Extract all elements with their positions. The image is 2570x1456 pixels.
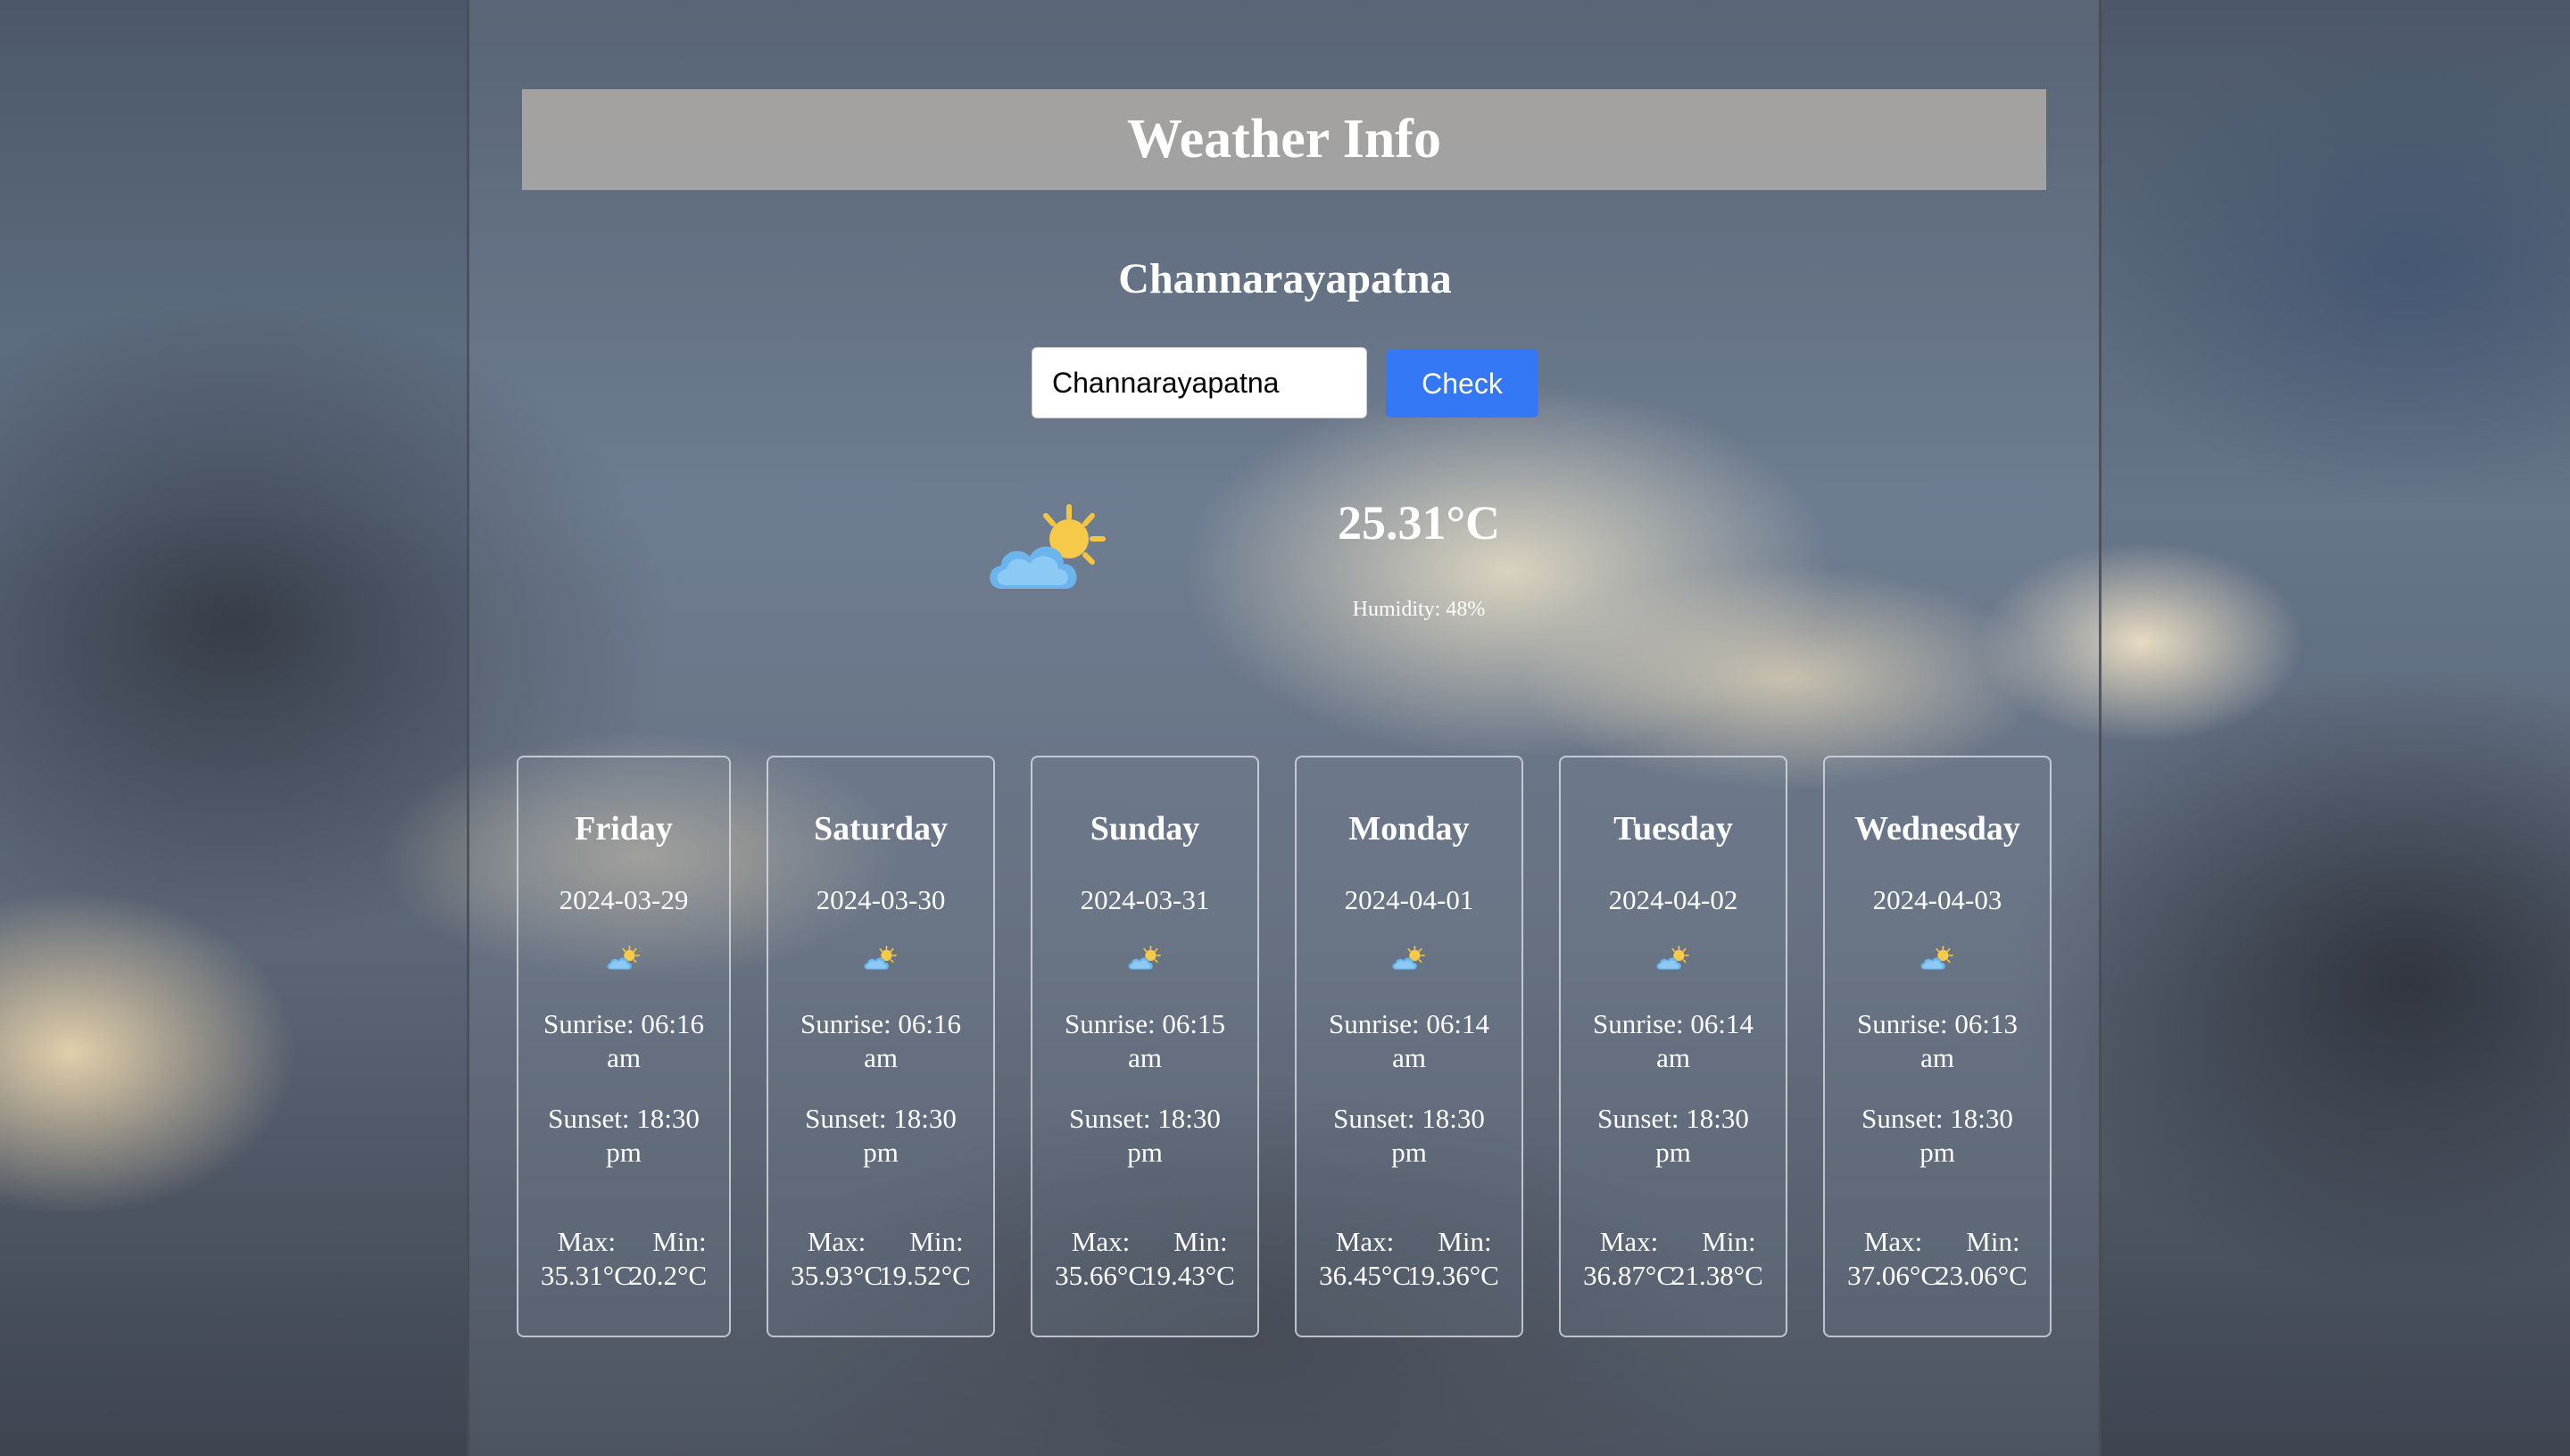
max-temp: 35.31°C: [540, 1260, 633, 1291]
max-label: Max:: [1599, 1226, 1659, 1257]
forecast-sunset: Sunset: 18:30 pm: [1861, 1103, 2013, 1168]
current-humidity: Humidity: 48%: [1352, 598, 1486, 621]
max-temp: 35.93°C: [791, 1260, 883, 1291]
forecast-sunset: Sunset: 18:30 pm: [1597, 1103, 1749, 1168]
forecast-day: Saturday: [814, 810, 948, 848]
check-button[interactable]: Check: [1386, 350, 1538, 418]
city-name: Channarayapatna: [1118, 255, 1452, 302]
forecast-date: 2024-03-31: [1080, 884, 1210, 915]
forecast-date: 2024-04-03: [1872, 884, 2002, 915]
max-label: Max:: [557, 1226, 617, 1257]
partly-cloudy-icon: [1126, 943, 1164, 973]
forecast-card-saturday: Saturday 2024-03-30 Sunrise: 06:16 am Su…: [767, 756, 995, 1337]
forecast-sunset: Sunset: 18:30 pm: [1069, 1103, 1221, 1168]
max-label: Max:: [1071, 1226, 1131, 1257]
forecast-day: Monday: [1348, 810, 1470, 848]
forecast-day: Friday: [575, 810, 673, 848]
forecast-temps: Max: 37.06°C Min: 23.06°C: [1841, 1225, 2034, 1293]
forecast-temps: Max: 35.66°C Min: 19.43°C: [1049, 1225, 1241, 1293]
max-label: Max:: [1335, 1226, 1395, 1257]
forecast-temps: Max: 35.93°C Min: 19.52°C: [784, 1225, 977, 1293]
forecast-sunrise: Sunrise: 06:16 am: [543, 1008, 704, 1073]
max-label: Max:: [807, 1226, 866, 1257]
forecast-day: Wednesday: [1854, 810, 2020, 848]
partly-cloudy-icon: [982, 500, 1115, 598]
app-title: Weather Info: [1127, 109, 1441, 170]
max-temp: 36.87°C: [1583, 1260, 1675, 1291]
min-temp: 19.52°C: [879, 1260, 971, 1291]
forecast-temps: Max: 35.31°C Min: 20.2°C: [535, 1225, 713, 1293]
min-temp: 19.36°C: [1407, 1260, 1499, 1291]
forecast-sunrise: Sunrise: 06:16 am: [800, 1008, 961, 1073]
forecast-sunset: Sunset: 18:30 pm: [548, 1103, 700, 1168]
forecast-card-sunday: Sunday 2024-03-31 Sunrise: 06:15 am Suns…: [1031, 756, 1259, 1337]
current-temperature: 25.31°C: [1337, 496, 1501, 550]
min-label: Min:: [1438, 1226, 1492, 1257]
max-temp: 36.45°C: [1319, 1260, 1411, 1291]
max-temp: 37.06°C: [1847, 1260, 1939, 1291]
forecast-card-friday: Friday 2024-03-29 Sunrise: 06:16 am Suns…: [517, 756, 731, 1337]
forecast-card-tuesday: Tuesday 2024-04-02 Sunrise: 06:14 am Sun…: [1559, 756, 1787, 1337]
min-temp: 21.38°C: [1671, 1260, 1763, 1291]
min-label: Min:: [652, 1226, 707, 1257]
forecast-sunset: Sunset: 18:30 pm: [1333, 1103, 1485, 1168]
partly-cloudy-icon: [1654, 943, 1692, 973]
partly-cloudy-icon: [605, 943, 642, 973]
partly-cloudy-icon: [1919, 943, 1956, 973]
app-header: Weather Info: [522, 89, 2046, 190]
min-temp: 23.06°C: [1936, 1260, 2027, 1291]
forecast-day: Tuesday: [1613, 810, 1733, 848]
forecast-date: 2024-04-02: [1608, 884, 1738, 915]
min-temp: 20.2°C: [628, 1260, 708, 1291]
partly-cloudy-icon: [1390, 943, 1428, 973]
forecast-sunrise: Sunrise: 06:14 am: [1593, 1008, 1753, 1073]
forecast-date: 2024-03-30: [816, 884, 946, 915]
min-label: Min:: [1173, 1226, 1228, 1257]
forecast-date: 2024-04-01: [1344, 884, 1474, 915]
max-label: Max:: [1863, 1226, 1923, 1257]
forecast-temps: Max: 36.45°C Min: 19.36°C: [1313, 1225, 1505, 1293]
forecast-day: Sunday: [1090, 810, 1200, 848]
forecast-card-wednesday: Wednesday 2024-04-03 Sunrise: 06:13 am S…: [1823, 756, 2052, 1337]
min-label: Min:: [1966, 1226, 2020, 1257]
forecast-card-monday: Monday 2024-04-01 Sunrise: 06:14 am Suns…: [1295, 756, 1523, 1337]
city-search-input[interactable]: [1032, 347, 1367, 418]
forecast-sunrise: Sunrise: 06:13 am: [1857, 1008, 2018, 1073]
forecast-sunrise: Sunrise: 06:15 am: [1065, 1008, 1225, 1073]
forecast-sunset: Sunset: 18:30 pm: [805, 1103, 957, 1168]
forecast-sunrise: Sunrise: 06:14 am: [1329, 1008, 1489, 1073]
max-temp: 35.66°C: [1055, 1260, 1147, 1291]
min-temp: 19.43°C: [1143, 1260, 1235, 1291]
forecast-date: 2024-03-29: [559, 884, 689, 915]
min-label: Min:: [909, 1226, 964, 1257]
forecast-temps: Max: 36.87°C Min: 21.38°C: [1577, 1225, 1770, 1293]
partly-cloudy-icon: [862, 943, 900, 973]
min-label: Min:: [1702, 1226, 1756, 1257]
